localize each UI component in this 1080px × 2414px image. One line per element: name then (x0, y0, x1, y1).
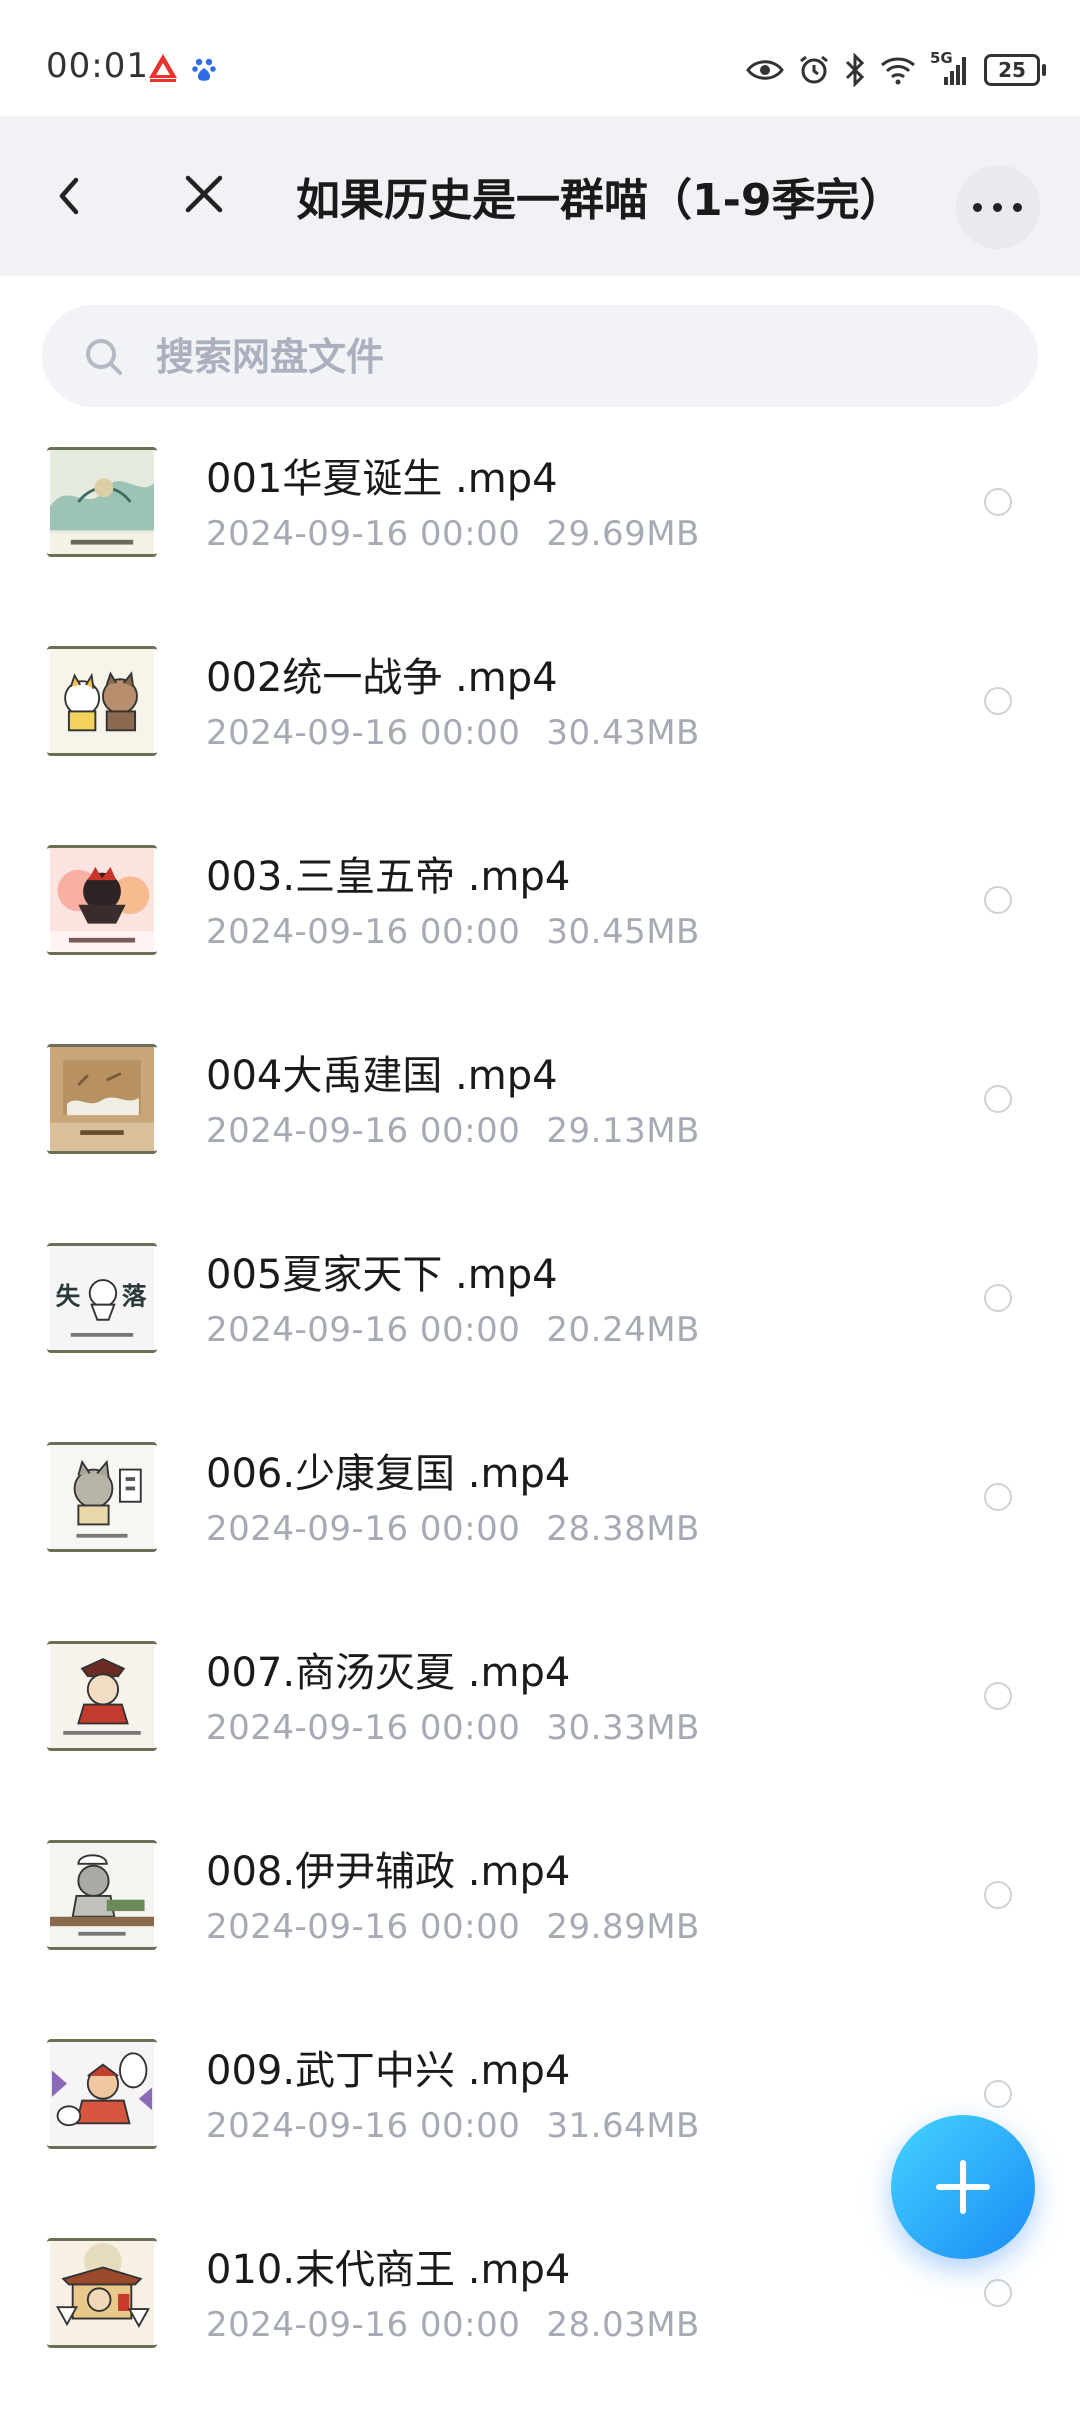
file-size: 28.38MB (546, 1509, 700, 1549)
video-thumbnail (47, 1442, 157, 1552)
file-name: 006.少康复国 .mp4 (206, 1451, 571, 1497)
select-radio[interactable] (984, 1483, 1012, 1511)
file-size: 29.13MB (546, 1111, 700, 1151)
file-meta: 2024-09-16 00:00 31.64MB (206, 2106, 700, 2146)
header-bar: 如果历史是一群喵（1-9季完） (0, 116, 1080, 276)
video-thumbnail (47, 447, 157, 557)
video-thumbnail (47, 1641, 157, 1751)
file-name: 007.商汤灭夏 .mp4 (206, 1650, 571, 1696)
close-icon[interactable] (180, 170, 228, 218)
back-icon[interactable] (46, 168, 94, 224)
file-name: 009.武丁中兴 .mp4 (206, 2048, 571, 2094)
video-thumbnail: 失 落 (47, 1243, 157, 1353)
file-meta: 2024-09-16 00:00 29.89MB (206, 1907, 700, 1947)
file-name: 008.伊尹辅政 .mp4 (206, 1849, 571, 1895)
file-meta: 2024-09-16 00:00 20.24MB (206, 1310, 700, 1350)
video-thumbnail (47, 1044, 157, 1154)
file-size: 29.69MB (546, 514, 700, 554)
add-button[interactable] (891, 2115, 1035, 2259)
file-name: 001华夏诞生 .mp4 (206, 456, 558, 502)
video-thumbnail (47, 2238, 157, 2348)
file-date: 2024-09-16 00:00 (206, 713, 521, 753)
status-bar: 00:01 5G 25 (0, 0, 1080, 116)
baidu-icon (192, 58, 216, 81)
app-icon-red (149, 54, 177, 82)
file-meta: 2024-09-16 00:00 29.13MB (206, 1111, 700, 1151)
file-name: 003.三皇五帝 .mp4 (206, 854, 571, 900)
bluetooth-icon (845, 53, 865, 87)
file-row[interactable]: 006.少康复国 .mp4 2024-09-16 00:00 28.38MB (0, 1419, 1080, 1618)
file-row[interactable]: 007.商汤灭夏 .mp4 2024-09-16 00:00 30.33MB (0, 1618, 1080, 1817)
file-name: 002统一战争 .mp4 (206, 655, 558, 701)
file-date: 2024-09-16 00:00 (206, 1907, 521, 1947)
video-thumbnail (47, 2039, 157, 2149)
plus-icon (936, 2160, 990, 2214)
battery-icon: 25 (984, 54, 1046, 86)
battery-level: 25 (998, 58, 1026, 82)
file-date: 2024-09-16 00:00 (206, 912, 521, 952)
select-radio[interactable] (984, 2080, 1012, 2108)
file-row[interactable]: 004大禹建国 .mp4 2024-09-16 00:00 29.13MB (0, 1021, 1080, 1220)
signal-icon: 5G (930, 49, 970, 87)
video-thumbnail (47, 845, 157, 955)
file-date: 2024-09-16 00:00 (206, 1310, 521, 1350)
file-meta: 2024-09-16 00:00 30.43MB (206, 713, 700, 753)
file-date: 2024-09-16 00:00 (206, 1111, 521, 1151)
file-size: 31.64MB (546, 2106, 700, 2146)
file-name: 004大禹建国 .mp4 (206, 1053, 558, 1099)
file-meta: 2024-09-16 00:00 28.38MB (206, 1509, 700, 1549)
file-row[interactable]: 失 落 005夏家天下 .mp4 2024-09-16 00:00 20.24MB (0, 1220, 1080, 1419)
file-meta: 2024-09-16 00:00 30.45MB (206, 912, 700, 952)
select-radio[interactable] (984, 1085, 1012, 1113)
file-row[interactable]: 001华夏诞生 .mp4 2024-09-16 00:00 29.69MB (0, 424, 1080, 623)
select-radio[interactable] (984, 886, 1012, 914)
wifi-icon (881, 57, 915, 85)
video-thumbnail (47, 1840, 157, 1950)
file-date: 2024-09-16 00:00 (206, 1509, 521, 1549)
select-radio[interactable] (984, 2279, 1012, 2307)
search-icon (86, 339, 122, 375)
select-radio[interactable] (984, 1881, 1012, 1909)
file-meta: 2024-09-16 00:00 28.03MB (206, 2305, 700, 2345)
file-meta: 2024-09-16 00:00 30.33MB (206, 1708, 700, 1748)
more-icon[interactable] (956, 165, 1040, 249)
thumbnail-char: 落 (122, 1282, 147, 1311)
file-name: 010.末代商王 .mp4 (206, 2247, 571, 2293)
alarm-icon (800, 55, 828, 84)
file-row[interactable]: 010.末代商王 .mp4 2024-09-16 00:00 28.03MB (0, 2215, 1080, 2414)
select-radio[interactable] (984, 1682, 1012, 1710)
select-radio[interactable] (984, 488, 1012, 516)
file-size: 30.43MB (546, 713, 700, 753)
file-row[interactable]: 008.伊尹辅政 .mp4 2024-09-16 00:00 29.89MB (0, 1817, 1080, 2016)
file-list: 001华夏诞生 .mp4 2024-09-16 00:00 29.69MB 002… (0, 424, 1080, 2414)
file-meta: 2024-09-16 00:00 29.69MB (206, 514, 700, 554)
status-time: 00:01 (46, 46, 149, 86)
select-radio[interactable] (984, 1284, 1012, 1312)
thumbnail-char: 失 (56, 1282, 81, 1311)
file-row[interactable]: 003.三皇五帝 .mp4 2024-09-16 00:00 30.45MB (0, 822, 1080, 1021)
file-row[interactable]: 002统一战争 .mp4 2024-09-16 00:00 30.43MB (0, 623, 1080, 822)
select-radio[interactable] (984, 687, 1012, 715)
status-icons: 5G 25 (746, 49, 1046, 90)
file-date: 2024-09-16 00:00 (206, 514, 521, 554)
file-date: 2024-09-16 00:00 (206, 2305, 521, 2345)
eye-icon (746, 60, 784, 80)
file-date: 2024-09-16 00:00 (206, 2106, 521, 2146)
file-name: 005夏家天下 .mp4 (206, 1252, 558, 1298)
search-bar[interactable] (42, 305, 1038, 407)
video-thumbnail (47, 646, 157, 756)
page-title: 如果历史是一群喵（1-9季完） (296, 175, 904, 226)
file-size: 20.24MB (546, 1310, 700, 1350)
file-size: 29.89MB (546, 1907, 700, 1947)
search-input[interactable] (154, 325, 978, 389)
file-size: 30.33MB (546, 1708, 700, 1748)
file-size: 30.45MB (546, 912, 700, 952)
file-size: 28.03MB (546, 2305, 700, 2345)
file-date: 2024-09-16 00:00 (206, 1708, 521, 1748)
